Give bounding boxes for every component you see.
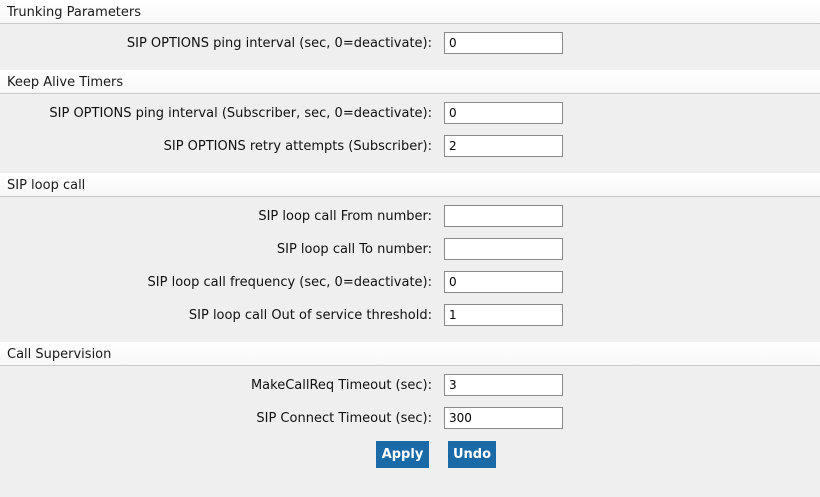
- section-header-trunking-parameters: Trunking Parameters: [0, 0, 820, 24]
- sip-connect-timeout-label: SIP Connect Timeout (sec):: [256, 411, 432, 426]
- field-row-subscriber-options-ping-interval: SIP OPTIONS ping interval (Subscriber, s…: [0, 102, 820, 135]
- trunk-options-ping-interval-label: SIP OPTIONS ping interval (sec, 0=deacti…: [126, 36, 432, 51]
- section-call-supervision: MakeCallReq Timeout (sec): SIP Connect T…: [0, 366, 820, 445]
- loop-call-out-of-service-threshold-input[interactable]: [444, 304, 563, 326]
- loop-call-frequency-label: SIP loop call frequency (sec, 0=deactiva…: [147, 275, 432, 290]
- section-header-call-supervision: Call Supervision: [0, 342, 820, 366]
- loop-call-from-number-label: SIP loop call From number:: [258, 209, 432, 224]
- section-header-sip-loop-call: SIP loop call: [0, 173, 820, 197]
- field-row-loop-call-frequency: SIP loop call frequency (sec, 0=deactiva…: [0, 271, 820, 304]
- trunk-options-ping-interval-input[interactable]: [444, 32, 563, 54]
- section-sip-loop-call: SIP loop call From number: SIP loop call…: [0, 197, 820, 342]
- subscriber-options-retry-attempts-label: SIP OPTIONS retry attempts (Subscriber):: [163, 139, 432, 154]
- section-header-keep-alive-timers: Keep Alive Timers: [0, 70, 820, 94]
- field-row-trunk-options-ping-interval: SIP OPTIONS ping interval (sec, 0=deacti…: [0, 32, 820, 65]
- undo-button[interactable]: Undo: [448, 441, 496, 468]
- loop-call-to-number-label: SIP loop call To number:: [276, 242, 432, 257]
- field-row-loop-call-to-number: SIP loop call To number:: [0, 238, 820, 271]
- sip-connect-timeout-input[interactable]: [444, 407, 563, 429]
- subscriber-options-ping-interval-input[interactable]: [444, 102, 563, 124]
- makecallreq-timeout-label: MakeCallReq Timeout (sec):: [250, 378, 432, 393]
- subscriber-options-retry-attempts-input[interactable]: [444, 135, 563, 157]
- loop-call-out-of-service-threshold-label: SIP loop call Out of service threshold:: [188, 308, 432, 323]
- field-row-loop-call-out-of-service-threshold: SIP loop call Out of service threshold:: [0, 304, 820, 337]
- field-row-subscriber-options-retry-attempts: SIP OPTIONS retry attempts (Subscriber):: [0, 135, 820, 168]
- field-row-makecallreq-timeout: MakeCallReq Timeout (sec):: [0, 374, 820, 407]
- field-row-sip-connect-timeout: SIP Connect Timeout (sec):: [0, 407, 820, 440]
- form-actions: Apply Undo: [0, 441, 820, 468]
- subscriber-options-ping-interval-label: SIP OPTIONS ping interval (Subscriber, s…: [49, 106, 432, 121]
- apply-button[interactable]: Apply: [376, 441, 429, 468]
- settings-form: Trunking Parameters SIP OPTIONS ping int…: [0, 0, 820, 445]
- field-row-loop-call-from-number: SIP loop call From number:: [0, 205, 820, 238]
- section-keep-alive-timers: SIP OPTIONS ping interval (Subscriber, s…: [0, 94, 820, 173]
- loop-call-from-number-input[interactable]: [444, 205, 563, 227]
- loop-call-frequency-input[interactable]: [444, 271, 563, 293]
- section-trunking-parameters: SIP OPTIONS ping interval (sec, 0=deacti…: [0, 24, 820, 70]
- loop-call-to-number-input[interactable]: [444, 238, 563, 260]
- makecallreq-timeout-input[interactable]: [444, 374, 563, 396]
